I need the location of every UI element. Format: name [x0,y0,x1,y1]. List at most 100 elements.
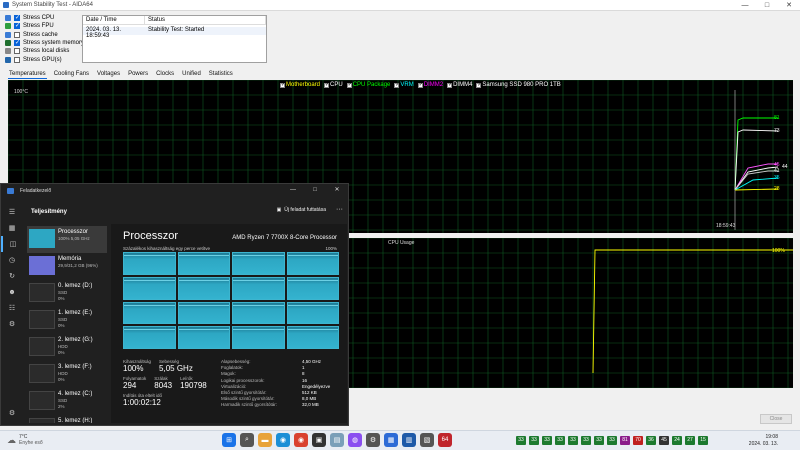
stress-checkbox[interactable] [14,14,20,22]
tab-voltages[interactable]: Voltages [96,70,121,79]
side-item-disk[interactable]: 2. lemez (G:) HDD 0% [27,334,107,361]
app-teal-icon[interactable]: ▥ [402,433,416,447]
side-item-memory[interactable]: Memória 29,9/31,2 GB (96%) [27,253,107,280]
stress-checkbox[interactable] [14,22,20,30]
tray-sensor-icon[interactable]: 33 [542,436,552,445]
tab-cooling-fans[interactable]: Cooling Fans [53,70,90,79]
settings-icon[interactable]: ⚙ [366,433,380,447]
side-item-disk[interactable]: 3. lemez (F:) HDD 0% [27,361,107,388]
stress-checkbox[interactable] [14,56,20,63]
tray-sensor-icon[interactable]: 70 [633,436,643,445]
stress-checkbox[interactable] [14,39,20,47]
messenger-icon[interactable]: ◍ [348,433,362,447]
legend-checkbox[interactable] [324,82,329,88]
col-header-status[interactable]: Status [145,16,266,24]
tray-sensor-icon[interactable]: 36 [646,436,656,445]
side-item-name: 1. lemez (E:) [58,310,93,316]
tray-sensor-icon[interactable]: 27 [685,436,695,445]
legend-checkbox[interactable] [417,82,423,88]
settings-gear-icon[interactable]: ⚙ [1,405,23,421]
maximize-button[interactable]: □ [756,0,778,11]
edge-icon[interactable]: ◉ [276,433,290,447]
legend-checkbox[interactable] [447,82,452,88]
side-item-disk[interactable]: 0. lemez (D:) SSD 0% [27,280,107,307]
tm-close-button[interactable]: ✕ [326,184,348,196]
more-options-button[interactable]: ··· [336,206,343,213]
tm-maximize-button[interactable]: □ [304,184,326,196]
legend-item[interactable]: DIMM2 [417,82,443,88]
side-item-disk[interactable]: 5. lemez (H:)SSD [27,415,107,423]
tm-minimize-button[interactable]: — [282,184,304,196]
side-item-disk[interactable]: 1. lemez (E:) SSD 0% [27,307,107,334]
performance-icon[interactable]: ◫ [1,236,23,252]
startup-apps-icon[interactable]: ↻ [1,268,23,284]
app-dark-icon[interactable]: ▣ [312,433,326,447]
legend-item[interactable]: Samsung SSD 980 PRO 1TB [476,82,561,88]
task-manager-icon [7,188,14,194]
table-row[interactable]: 2024. 03. 13. 18:59:43 Stability Test: S… [83,27,266,39]
detail-key: Harmadik szintű gyorsítótár: [221,402,278,408]
stress-checkbox[interactable] [14,31,20,38]
legend-item[interactable]: VRM [394,82,414,88]
tray-sensor-icon[interactable]: 15 [698,436,708,445]
aida64-icon[interactable]: 64 [438,433,452,447]
app-photo-icon[interactable]: ▤ [330,433,344,447]
weather-widget[interactable]: ☁ 7°C Enyhe eső [7,434,43,446]
stress-option[interactable]: Stress CPU [5,14,85,22]
tray-sensor-icon[interactable]: 33 [581,436,591,445]
tray-sensor-icon[interactable]: 33 [568,436,578,445]
app-history-icon[interactable]: ◷ [1,252,23,268]
side-item-disk[interactable]: 4. lemez (C:) SSD 2% [27,388,107,415]
close-window-button[interactable]: ✕ [778,0,800,11]
processes-icon[interactable]: ▦ [1,220,23,236]
search-icon[interactable]: ⌕ [240,433,254,447]
tab-temperatures[interactable]: Temperatures [8,70,47,79]
tab-clocks[interactable]: Clocks [155,70,175,79]
stress-option[interactable]: Stress local disks [5,47,85,55]
minimize-button[interactable]: — [734,0,756,11]
taskbar-clock[interactable]: 19:08 2024. 03. 13. [749,434,778,448]
col-header-datetime[interactable]: Date / Time [83,16,145,24]
tab-powers[interactable]: Powers [127,70,149,79]
files-icon[interactable]: ▬ [258,433,272,447]
chrome-icon[interactable]: ◉ [294,433,308,447]
legend-item[interactable]: CPU Package [346,82,390,88]
start-icon[interactable]: ⊞ [222,433,236,447]
close-button[interactable]: Close [760,414,792,424]
stress-option[interactable]: Stress FPU [5,22,85,30]
stress-option[interactable]: Stress system memory [5,39,85,47]
title-bar[interactable]: System Stability Test - AIDA64 [0,0,800,11]
app-gray-icon[interactable]: ▧ [420,433,434,447]
legend-label: Samsung SSD 980 PRO 1TB [482,82,561,88]
users-icon[interactable]: ☻ [1,284,23,300]
stress-option[interactable]: Stress cache [5,31,85,39]
side-item-processor[interactable]: Processzor 100% 5,05 GHz [27,226,107,253]
tray-sensor-icon[interactable]: 33 [529,436,539,445]
legend-item[interactable]: DIMM4 [447,82,472,88]
legend-item[interactable]: Motherboard [280,82,320,88]
details-icon[interactable]: ☷ [1,300,23,316]
legend-item[interactable]: CPU [324,82,343,88]
app-blue-icon[interactable]: ▦ [384,433,398,447]
tray-sensor-icon[interactable]: 33 [607,436,617,445]
tab-unified[interactable]: Unified [181,70,202,79]
tray-sensor-icon[interactable]: 33 [516,436,526,445]
side-item-name: 0. lemez (D:) [58,283,93,289]
stress-option[interactable]: Stress GPU(s) [5,55,85,63]
tab-statistics[interactable]: Statistics [208,70,234,79]
legend-checkbox[interactable] [346,82,352,88]
temp-end-value: 28 [774,186,780,192]
tray-sensor-icon[interactable]: 33 [555,436,565,445]
core-graph [232,301,285,325]
tray-sensor-icon[interactable]: 45 [659,436,669,445]
run-new-task-button[interactable]: ▣ Új feladat futtatása [277,207,326,213]
legend-checkbox[interactable] [476,82,482,88]
hamburger-menu-icon[interactable]: ☰ [1,204,23,220]
services-icon[interactable]: ⚙ [1,316,23,332]
tray-sensor-icon[interactable]: 24 [672,436,682,445]
stress-checkbox[interactable] [14,48,20,55]
tray-sensor-icon[interactable]: 81 [620,436,630,445]
legend-checkbox[interactable] [280,82,285,88]
legend-checkbox[interactable] [394,82,400,88]
tray-sensor-icon[interactable]: 33 [594,436,604,445]
